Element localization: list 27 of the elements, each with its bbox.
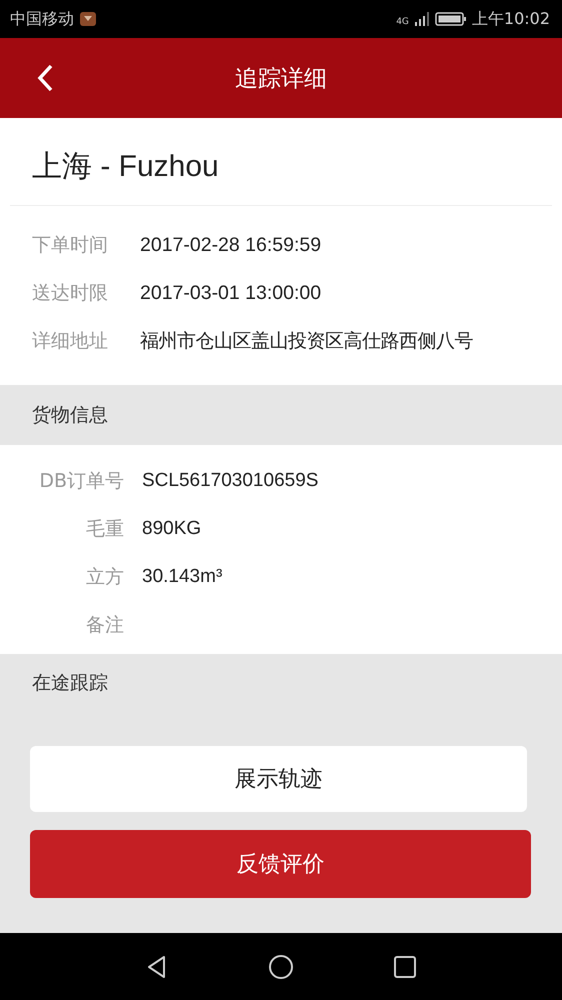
section-title: 货物信息 [32, 403, 108, 428]
feedback-button[interactable]: 反馈评价 [30, 830, 531, 898]
field-label: DB订单号 [38, 469, 124, 494]
field-label: 详细地址 [32, 329, 109, 354]
clock: 上午10:02 [472, 8, 550, 30]
notification-icon [79, 11, 97, 27]
network-label: 4G [396, 16, 409, 26]
field-label: 立方 [85, 565, 124, 590]
battery-icon [434, 11, 467, 27]
field-value: 福州市仓山区盖山投资区高仕路西侧八号 [140, 329, 473, 354]
page-title: 追踪详细 [235, 64, 327, 94]
recents-icon[interactable] [392, 954, 418, 980]
field-value: 2017-03-01 13:00:00 [140, 282, 322, 304]
route-title: 上海 - Fuzhou [31, 149, 220, 185]
signal-icon [414, 11, 430, 27]
section-title: 在途跟踪 [32, 671, 108, 696]
field-value: 2017-02-28 16:59:59 [140, 234, 322, 256]
field-label: 毛重 [85, 517, 124, 542]
home-icon[interactable] [268, 954, 294, 980]
carrier-name: 中国移动 [10, 8, 74, 30]
field-label: 下单时间 [32, 233, 109, 258]
field-label: 备注 [85, 613, 124, 638]
field-value: 30.143m³ [142, 566, 222, 588]
field-value: 890KG [142, 518, 202, 540]
field-label: 送达时限 [32, 281, 109, 306]
track-button[interactable]: 展示轨迹 [30, 746, 527, 812]
field-value: SCL561703010659S [142, 470, 318, 492]
